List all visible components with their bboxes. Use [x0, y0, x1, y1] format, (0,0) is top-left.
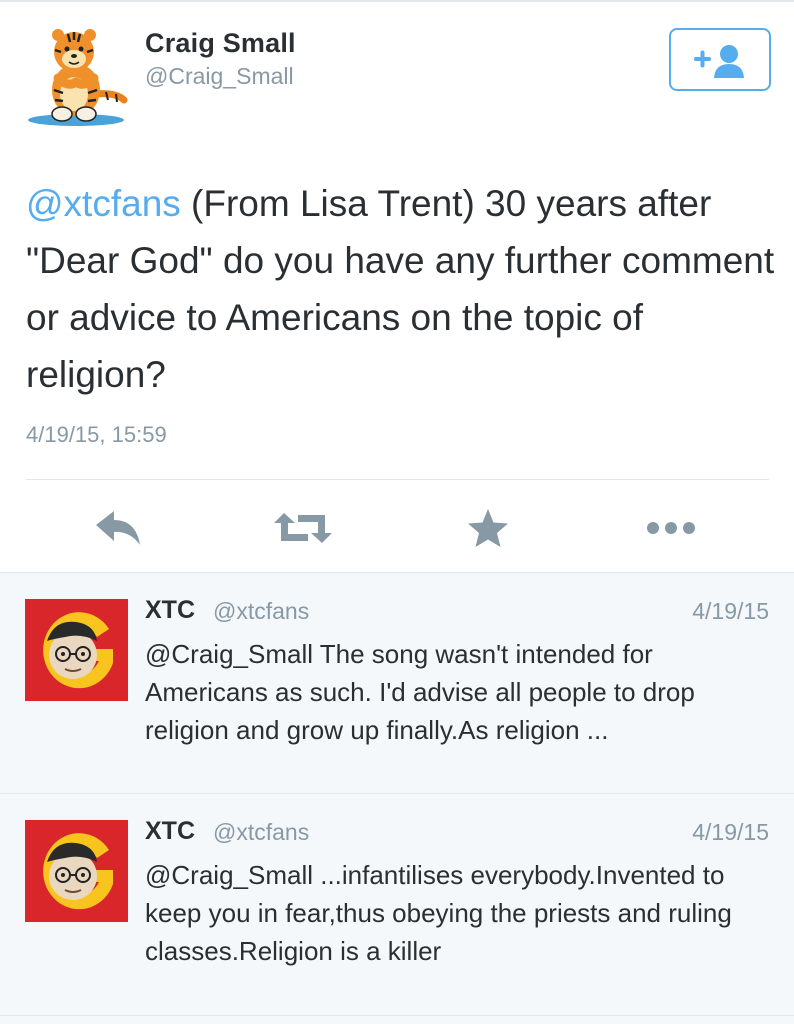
- tweet-timestamp: 4/19/15, 15:59: [26, 422, 167, 447]
- author-name[interactable]: XTC: [145, 817, 195, 846]
- avatar[interactable]: [25, 820, 128, 922]
- reply-text: @Craig_Small ...infantilises everybody.I…: [145, 860, 732, 966]
- author-handle[interactable]: @xtcfans: [213, 819, 309, 846]
- author-name[interactable]: XTC: [145, 596, 195, 625]
- avatar[interactable]: [24, 22, 130, 130]
- follow-plus-user-icon: [694, 45, 744, 78]
- tweet-text: @xtcfans (From Lisa Trent) 30 years afte…: [26, 175, 781, 403]
- favorite-button[interactable]: [465, 503, 511, 553]
- actions-divider: [26, 479, 769, 480]
- reply-date: 4/19/15: [692, 819, 769, 845]
- reply-date: 4/19/15: [692, 598, 769, 624]
- mention-link[interactable]: @xtcfans: [26, 183, 181, 224]
- author-name[interactable]: Craig Small: [145, 28, 296, 59]
- follow-button[interactable]: [669, 28, 771, 91]
- retweet-icon: [274, 513, 332, 543]
- avatar[interactable]: [25, 599, 128, 701]
- reply-text: @Craig_Small The song wasn't intended fo…: [145, 639, 695, 745]
- retweet-button[interactable]: [272, 503, 334, 553]
- reply-icon: [96, 511, 140, 545]
- reply-tweet[interactable]: XTC @xtcfans 4/19/15 @Craig_Small ...inf…: [0, 794, 794, 1016]
- author-handle[interactable]: @xtcfans: [213, 598, 309, 625]
- xtc-logo-avatar-icon: [25, 599, 128, 701]
- reply-button[interactable]: [92, 503, 146, 553]
- top-divider: [0, 0, 794, 2]
- more-dots-icon: [647, 522, 695, 534]
- star-icon: [468, 509, 508, 547]
- author-handle[interactable]: @Craig_Small: [145, 63, 294, 90]
- xtc-logo-avatar-icon: [25, 820, 128, 922]
- bottom-divider: [0, 1015, 794, 1016]
- more-button[interactable]: [641, 503, 701, 553]
- tiger-cartoon-avatar-icon: [28, 29, 128, 126]
- reply-tweet[interactable]: XTC @xtcfans 4/19/15 @Craig_Small The so…: [0, 573, 794, 795]
